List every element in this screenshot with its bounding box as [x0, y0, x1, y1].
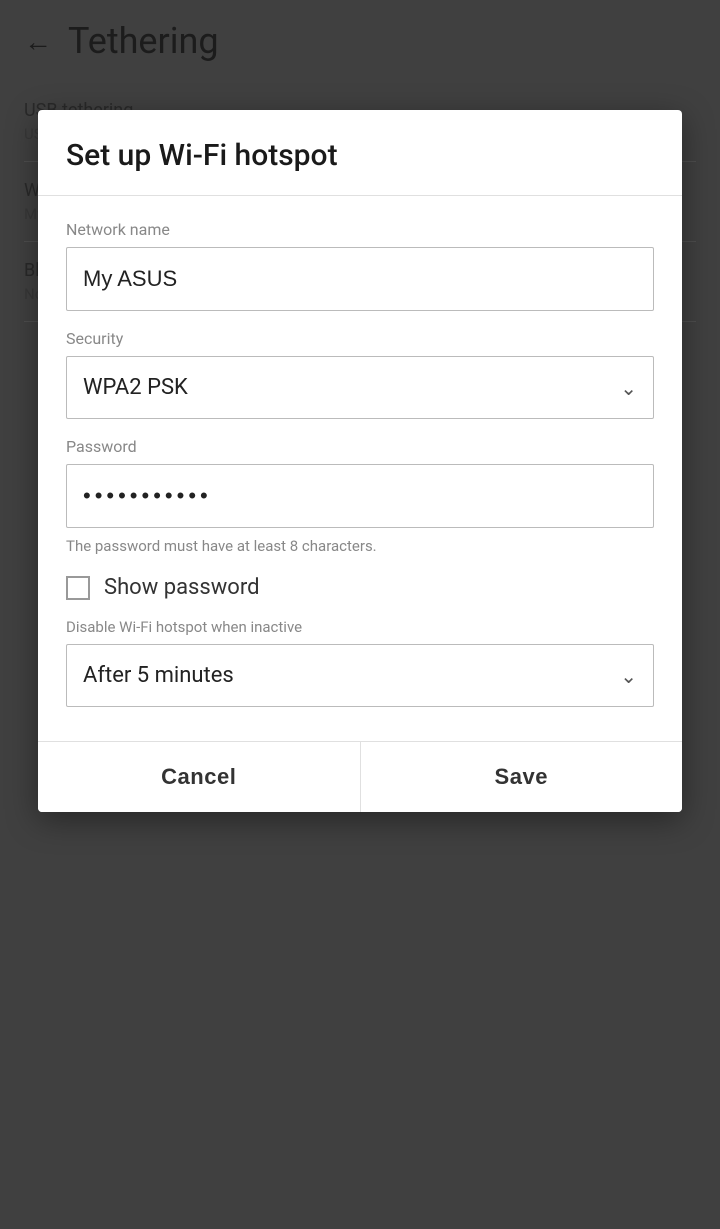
dialog-body: Network name Security WPA2 PSK ⌄ Passwor…: [38, 196, 682, 741]
show-password-checkbox[interactable]: [66, 576, 90, 600]
network-name-field-group: Network name: [66, 220, 654, 311]
wifi-hotspot-dialog: Set up Wi-Fi hotspot Network name Securi…: [38, 110, 682, 812]
security-select-display[interactable]: WPA2 PSK ⌄: [67, 357, 653, 418]
network-name-input[interactable]: [66, 247, 654, 311]
disable-inactive-label: Disable Wi-Fi hotspot when inactive: [66, 618, 654, 636]
show-password-label: Show password: [104, 575, 259, 600]
disable-inactive-value: After 5 minutes: [83, 663, 234, 688]
dialog-actions: Cancel Save: [38, 741, 682, 812]
disable-inactive-field-group: Disable Wi-Fi hotspot when inactive Afte…: [66, 618, 654, 707]
security-field-group: Security WPA2 PSK ⌄: [66, 329, 654, 419]
password-input[interactable]: [66, 464, 654, 528]
security-value: WPA2 PSK: [83, 375, 188, 400]
chevron-down-icon: ⌄: [620, 376, 637, 400]
chevron-down-icon-2: ⌄: [620, 664, 637, 688]
disable-inactive-select-display[interactable]: After 5 minutes ⌄: [67, 645, 653, 706]
disable-inactive-select[interactable]: After 5 minutes ⌄: [66, 644, 654, 707]
security-select[interactable]: WPA2 PSK ⌄: [66, 356, 654, 419]
security-label: Security: [66, 329, 654, 348]
show-password-row: Show password: [66, 575, 654, 600]
save-button[interactable]: Save: [361, 742, 683, 812]
network-name-label: Network name: [66, 220, 654, 239]
cancel-button[interactable]: Cancel: [38, 742, 361, 812]
password-field-group: Password The password must have at least…: [66, 437, 654, 557]
dialog-title: Set up Wi-Fi hotspot: [38, 110, 682, 196]
password-hint: The password must have at least 8 charac…: [66, 536, 654, 557]
password-label: Password: [66, 437, 654, 456]
